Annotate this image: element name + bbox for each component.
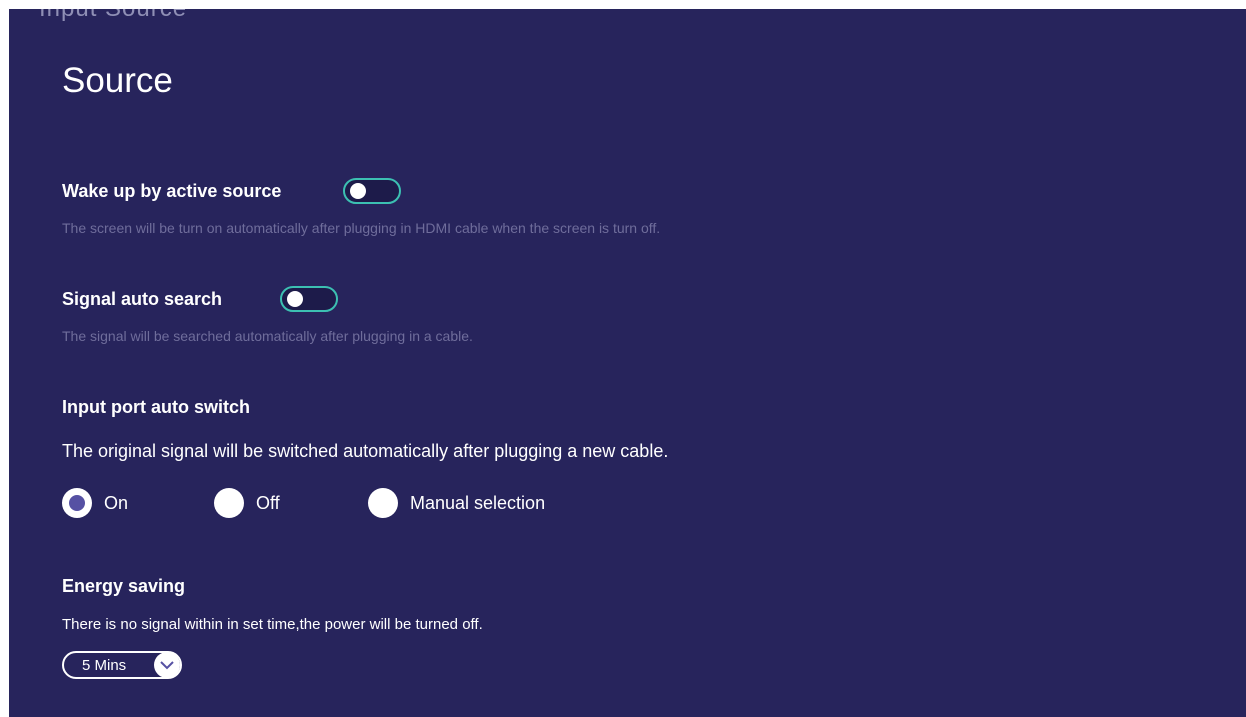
radio-off-label: Off — [256, 492, 280, 513]
settings-panel: Input Source Source Wake up by active so… — [9, 9, 1246, 717]
wake-up-description: The screen will be turn on automatically… — [62, 220, 661, 236]
energy-saving-label: Energy saving — [62, 576, 186, 596]
radio-on[interactable]: On — [62, 488, 128, 518]
chevron-down-icon[interactable] — [154, 652, 180, 678]
dropdown-value: 5 Mins — [82, 656, 127, 674]
page-title: Source — [62, 61, 173, 100]
previous-page-title: Input Source — [39, 9, 187, 23]
signal-search-toggle[interactable] — [280, 286, 338, 312]
signal-search-label: Signal auto search — [62, 289, 223, 309]
port-switch-description: The original signal will be switched aut… — [62, 441, 669, 461]
radio-on-label: On — [104, 492, 129, 513]
radio-manual-label: Manual selection — [410, 492, 546, 513]
wake-up-label: Wake up by active source — [62, 181, 282, 201]
radio-off[interactable]: Off — [214, 488, 280, 518]
energy-saving-description: There is no signal within in set time,th… — [62, 616, 483, 633]
signal-search-description: The signal will be searched automaticall… — [62, 328, 473, 344]
radio-manual-selection[interactable]: Manual selection — [368, 488, 545, 518]
wake-up-toggle[interactable] — [343, 178, 401, 204]
radio-checked-icon — [62, 488, 92, 518]
radio-unchecked-icon — [214, 488, 244, 518]
energy-saving-dropdown[interactable]: 5 Mins — [62, 651, 182, 679]
radio-unchecked-icon — [368, 488, 398, 518]
toggle-knob — [350, 183, 366, 199]
toggle-knob — [287, 291, 303, 307]
port-switch-label: Input port auto switch — [62, 397, 250, 417]
